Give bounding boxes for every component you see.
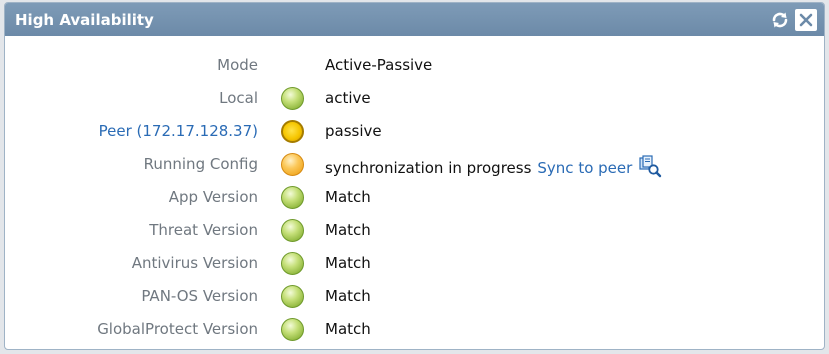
widget-title: High Availability xyxy=(15,10,154,29)
row-running-config: Running Config synchronization in progre… xyxy=(5,149,824,182)
row-threat-version: Threat Version Match xyxy=(5,215,824,248)
app-version-value: Match xyxy=(325,188,371,206)
running-config-label: Running Config xyxy=(143,155,258,173)
widget-header: High Availability xyxy=(5,3,824,36)
threat-version-label: Threat Version xyxy=(149,221,258,239)
row-globalprotect-version: GlobalProtect Version Match xyxy=(5,314,824,347)
status-green-icon xyxy=(281,252,304,275)
status-green-icon xyxy=(281,318,304,341)
app-version-label: App Version xyxy=(168,188,258,206)
globalprotect-version-label: GlobalProtect Version xyxy=(97,320,258,338)
running-config-value-group: synchronization in progress Sync to peer xyxy=(325,155,662,179)
sync-to-peer-link[interactable]: Sync to peer xyxy=(537,159,632,177)
running-config-value: synchronization in progress xyxy=(325,159,532,177)
ha-status-list: Mode Active-Passive Local active Peer (1… xyxy=(5,50,824,347)
header-actions xyxy=(769,8,817,31)
status-green-icon xyxy=(281,186,304,209)
row-antivirus-version: Antivirus Version Match xyxy=(5,248,824,281)
status-orange-icon xyxy=(281,153,304,176)
peer-label-text: Peer xyxy=(98,122,132,140)
panos-version-value: Match xyxy=(325,287,371,305)
row-mode: Mode Active-Passive xyxy=(5,50,824,83)
high-availability-widget: High Availability Mode Active-Passive Lo… xyxy=(4,2,825,350)
antivirus-version-value: Match xyxy=(325,254,371,272)
sync-peer-icon[interactable] xyxy=(638,155,662,179)
status-green-icon xyxy=(281,219,304,242)
row-local: Local active xyxy=(5,83,824,116)
peer-label: Peer (172.17.128.37) xyxy=(98,122,258,140)
row-peer: Peer (172.17.128.37) passive xyxy=(5,116,824,149)
local-value: active xyxy=(325,89,371,107)
globalprotect-version-value: Match xyxy=(325,320,371,338)
close-icon[interactable] xyxy=(795,8,817,31)
peer-ip-link[interactable]: 172.17.128.37 xyxy=(142,122,252,140)
refresh-icon[interactable] xyxy=(769,9,791,31)
mode-label: Mode xyxy=(217,56,258,74)
threat-version-value: Match xyxy=(325,221,371,239)
row-panos-version: PAN-OS Version Match xyxy=(5,281,824,314)
panos-version-label: PAN-OS Version xyxy=(141,287,258,305)
row-app-version: App Version Match xyxy=(5,182,824,215)
local-label: Local xyxy=(219,89,258,107)
mode-value: Active-Passive xyxy=(325,56,433,74)
status-green-icon xyxy=(281,285,304,308)
status-yellow-icon xyxy=(281,120,304,143)
peer-value: passive xyxy=(325,122,382,140)
status-green-icon xyxy=(281,87,304,110)
antivirus-version-label: Antivirus Version xyxy=(131,254,258,272)
